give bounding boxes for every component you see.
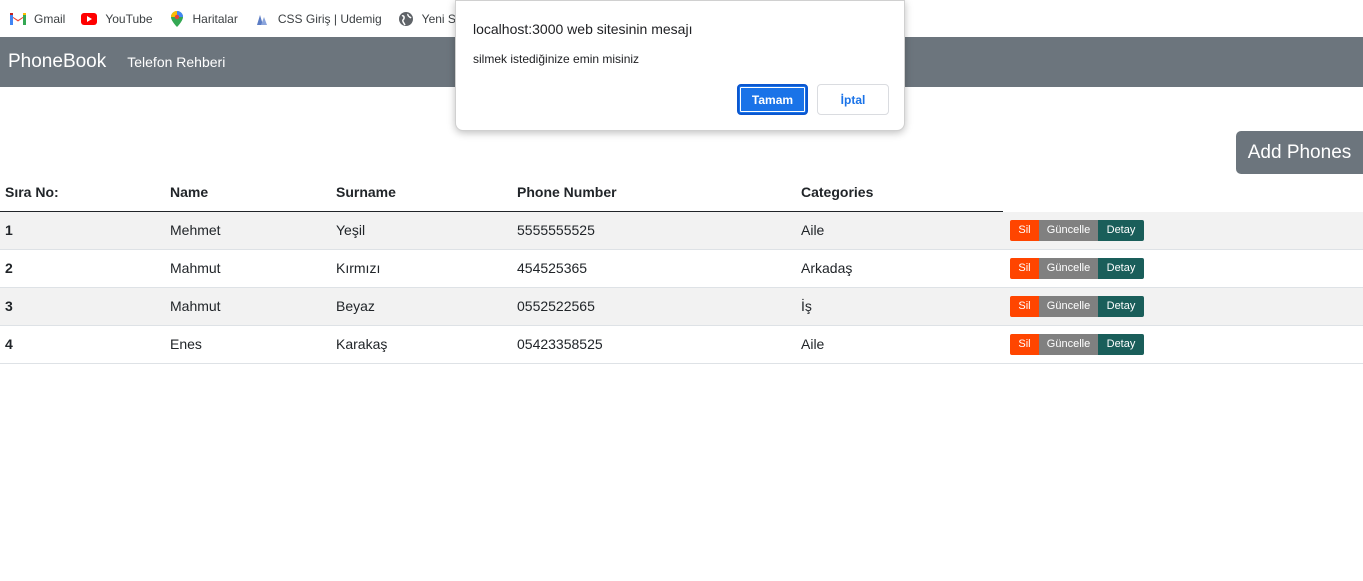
bookmark-udemig[interactable]: CSS Giriş | Udemig <box>254 11 382 27</box>
row-name: Enes <box>165 325 331 364</box>
row-surname: Karakaş <box>331 325 512 364</box>
row-name: Mahmut <box>165 249 331 288</box>
row-actions: Sil Güncelle Detay <box>1003 287 1363 326</box>
phones-table: Sıra No: Name Surname Phone Number Categ… <box>0 174 1363 364</box>
row-name: Mahmut <box>165 287 331 326</box>
row-category: Arkadaş <box>796 249 1003 288</box>
header-sira-no: Sıra No: <box>5 184 59 201</box>
table-header-row: Sıra No: Name Surname Phone Number Categ… <box>0 174 1363 212</box>
detail-button[interactable]: Detay <box>1098 333 1144 355</box>
row-surname: Beyaz <box>331 287 512 326</box>
add-phones-button[interactable]: Add Phones <box>1236 131 1363 174</box>
bookmark-label: CSS Giriş | Udemig <box>277 11 382 26</box>
bookmark-yeni[interactable]: Yeni Se <box>398 11 463 27</box>
youtube-icon <box>81 11 98 27</box>
globe-icon <box>398 11 414 27</box>
row-surname: Yeşil <box>331 211 512 250</box>
dialog-title: localhost:3000 web sitesinin mesajı <box>473 21 693 37</box>
row-actions: Sil Güncelle Detay <box>1003 249 1363 288</box>
udemig-icon <box>254 11 270 27</box>
bookmark-gmail[interactable]: Gmail <box>10 11 65 27</box>
update-button[interactable]: Güncelle <box>1039 295 1098 317</box>
detail-button[interactable]: Detay <box>1098 219 1144 241</box>
bookmark-label: Haritalar <box>192 11 238 26</box>
row-number: 2 <box>0 249 165 288</box>
table-row: 4 Enes Karakaş 05423358525 Aile Sil Günc… <box>0 325 1363 364</box>
row-actions: Sil Güncelle Detay <box>1003 325 1363 364</box>
ok-button[interactable]: Tamam <box>737 84 808 115</box>
maps-icon <box>169 10 185 27</box>
delete-button[interactable]: Sil <box>1010 257 1039 279</box>
header-categories: Categories <box>801 184 874 201</box>
confirm-dialog: localhost:3000 web sitesinin mesajı silm… <box>455 0 905 131</box>
bookmark-label: YouTube <box>105 11 153 26</box>
table-row: 1 Mehmet Yeşil 5555555525 Aile Sil Günce… <box>0 211 1363 250</box>
gmail-icon <box>10 11 26 27</box>
table-row: 3 Mahmut Beyaz 0552522565 İş Sil Güncell… <box>0 287 1363 326</box>
header-phone-number: Phone Number <box>517 184 617 201</box>
table-row: 2 Mahmut Kırmızı 454525365 Arkadaş Sil G… <box>0 249 1363 288</box>
delete-button[interactable]: Sil <box>1010 219 1039 241</box>
header-name: Name <box>170 184 209 201</box>
row-category: İş <box>796 287 1003 326</box>
delete-button[interactable]: Sil <box>1010 295 1039 317</box>
row-phone: 05423358525 <box>512 325 796 364</box>
row-number: 4 <box>0 325 165 364</box>
row-phone: 454525365 <box>512 249 796 288</box>
row-actions: Sil Güncelle Detay <box>1003 211 1363 250</box>
row-category: Aile <box>796 211 1003 250</box>
row-surname: Kırmızı <box>331 249 512 288</box>
header-actions <box>1003 174 1363 212</box>
dialog-message: silmek istediğinize emin misiniz <box>473 52 640 66</box>
brand-link[interactable]: PhoneBook <box>8 51 106 73</box>
row-name: Mehmet <box>165 211 331 250</box>
detail-button[interactable]: Detay <box>1098 295 1144 317</box>
bookmark-youtube[interactable]: YouTube <box>81 11 153 27</box>
detail-button[interactable]: Detay <box>1098 257 1144 279</box>
update-button[interactable]: Güncelle <box>1039 333 1098 355</box>
delete-button[interactable]: Sil <box>1010 333 1039 355</box>
row-number: 1 <box>0 211 165 250</box>
row-number: 3 <box>0 287 165 326</box>
update-button[interactable]: Güncelle <box>1039 219 1098 241</box>
row-category: Aile <box>796 325 1003 364</box>
bookmark-label: Gmail <box>34 11 66 26</box>
nav-link-telefon-rehberi[interactable]: Telefon Rehberi <box>127 54 225 70</box>
row-phone: 5555555525 <box>512 211 796 250</box>
header-surname: Surname <box>336 184 396 201</box>
row-phone: 0552522565 <box>512 287 796 326</box>
bookmark-maps[interactable]: Haritalar <box>169 10 238 27</box>
update-button[interactable]: Güncelle <box>1039 257 1098 279</box>
cancel-button[interactable]: İptal <box>817 84 889 115</box>
